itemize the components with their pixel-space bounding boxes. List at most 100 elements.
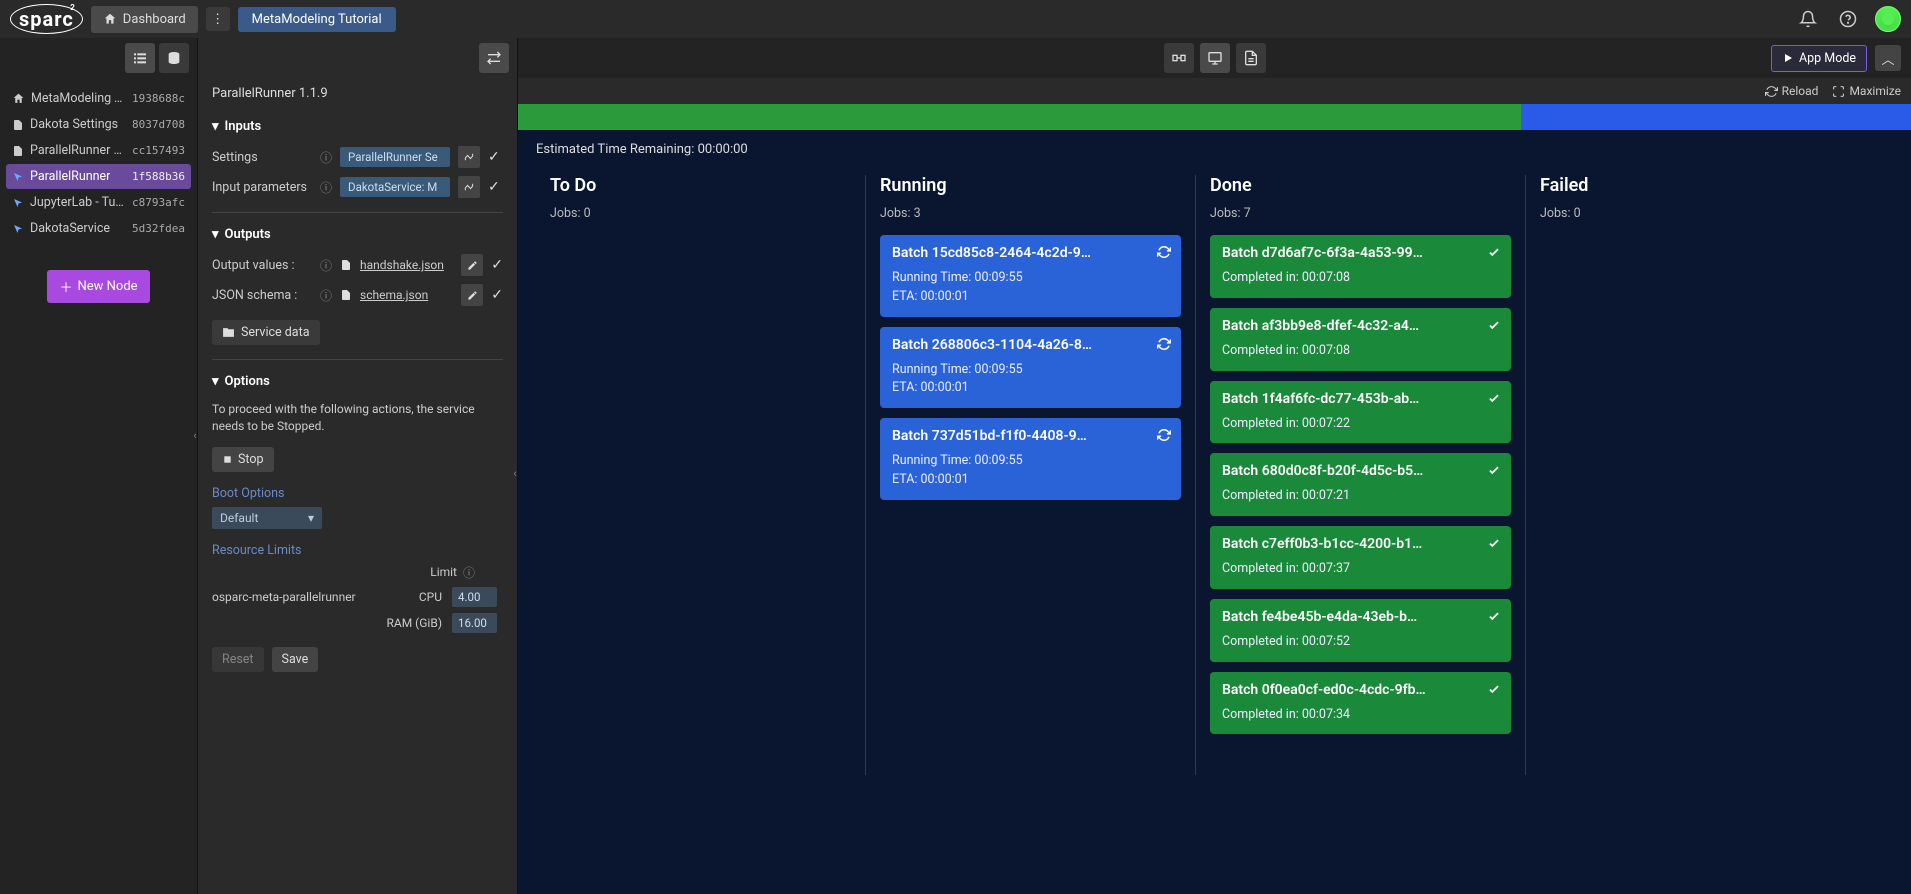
node-id: cc157493 [132, 144, 185, 157]
job-card[interactable]: Batch af3bb9e8-dfef-4c32-a4…Completed in… [1210, 308, 1511, 371]
info-icon[interactable]: ⓘ [320, 257, 332, 274]
interactive-view-icon[interactable] [1200, 43, 1230, 73]
info-icon[interactable]: ⓘ [463, 564, 475, 581]
refresh-icon [1157, 428, 1171, 442]
dashboard-button[interactable]: Dashboard [91, 6, 198, 33]
refresh-icon [1157, 245, 1171, 259]
job-card[interactable]: Batch 268806c3-1104-4a26-8…Running Time:… [880, 327, 1181, 409]
home-icon [103, 12, 117, 26]
card-title: Batch d7d6af7c-6f3a-4a53-99… [1222, 245, 1499, 261]
info-icon[interactable]: ⓘ [320, 179, 332, 196]
unlink-button[interactable] [458, 146, 480, 168]
node-row[interactable]: Dakota Settings8037d708 [6, 112, 191, 137]
check-icon[interactable]: ✓ [488, 149, 500, 165]
card-title: Batch fe4be45b-e4da-43eb-b… [1222, 609, 1499, 625]
column-title: Failed [1540, 175, 1842, 196]
node-id: 8037d708 [132, 118, 185, 131]
card-title: Batch c7eff0b3-b1cc-4200-b1… [1222, 536, 1499, 552]
file-link[interactable]: schema.json [360, 288, 428, 302]
input-chip[interactable]: DakotaService: M [340, 177, 450, 197]
reset-button[interactable]: Reset [212, 647, 264, 672]
file-icon [340, 289, 352, 301]
cursor-icon [12, 197, 24, 209]
node-row[interactable]: DakotaService5d32fdea [6, 216, 191, 241]
job-card[interactable]: Batch 1f4af6fc-dc77-453b-ab…Completed in… [1210, 381, 1511, 444]
collapse-mid-icon[interactable]: ‹ [509, 458, 518, 488]
card-line: Running Time: 00:09:55 [892, 361, 1169, 380]
job-card[interactable]: Batch fe4be45b-e4da-43eb-b… Completed in:… [1210, 599, 1511, 662]
kanban-column: To DoJobs: 0 [536, 175, 866, 775]
boot-options-select[interactable]: Default ▾ [212, 507, 322, 529]
node-tree-panel: MetaModeling T…1938688cDakota Settings80… [0, 38, 198, 894]
node-row[interactable]: ParallelRunner S…cc157493 [6, 138, 191, 163]
project-title[interactable]: MetaModeling Tutorial [238, 7, 396, 32]
cursor-icon [12, 223, 24, 235]
stop-button[interactable]: Stop [212, 447, 274, 472]
project-menu-button[interactable]: ⋮ [206, 7, 230, 31]
column-title: Done [1210, 175, 1511, 196]
ram-label: RAM (GiB) [382, 616, 442, 630]
node-details-panel: ParallelRunner 1.1.9 ▾ Inputs SettingsⓘP… [198, 38, 518, 894]
check-icon[interactable]: ✓ [488, 179, 500, 195]
input-chip[interactable]: ParallelRunner Se [340, 147, 450, 167]
job-card[interactable]: Batch c7eff0b3-b1cc-4200-b1…Completed in… [1210, 526, 1511, 589]
card-line: Completed in: 00:07:52 [1222, 633, 1499, 652]
kanban-column: FailedJobs: 0 [1526, 175, 1856, 775]
job-card[interactable]: Batch d7d6af7c-6f3a-4a53-99…Completed in… [1210, 235, 1511, 298]
node-row[interactable]: ParallelRunner1f588b36 [6, 164, 191, 189]
job-card[interactable]: Batch 680d0c8f-b20f-4d5c-b5… Completed in… [1210, 453, 1511, 516]
logs-view-icon[interactable] [1236, 43, 1266, 73]
edit-button[interactable] [461, 284, 483, 306]
job-card[interactable]: Batch 737d51bd-f1f0-4408-9…Running Time:… [880, 418, 1181, 500]
file-icon [340, 259, 352, 271]
edit-button[interactable] [461, 254, 483, 276]
options-section-header[interactable]: ▾ Options [212, 374, 503, 389]
folder-icon [222, 326, 235, 339]
logo: s2parc [10, 4, 83, 34]
swap-icon[interactable] [479, 43, 509, 73]
list-view-icon[interactable] [125, 43, 155, 73]
column-count: Jobs: 3 [880, 206, 1181, 221]
ram-input[interactable] [452, 613, 497, 633]
user-avatar[interactable] [1875, 6, 1901, 32]
check-icon[interactable]: ✓ [491, 257, 503, 273]
job-card[interactable]: Batch 0f0ea0cf-ed0c-4cdc-9fb…Completed i… [1210, 672, 1511, 735]
reload-button[interactable]: Reload [1765, 84, 1819, 98]
inputs-section-header[interactable]: ▾ Inputs [212, 119, 503, 134]
outputs-section-header[interactable]: ▾ Outputs [212, 227, 503, 242]
node-row[interactable]: JupyterLab - Tut…c8793afc [6, 190, 191, 215]
pipeline-view-icon[interactable] [1164, 43, 1194, 73]
unlink-button[interactable] [458, 176, 480, 198]
dashboard-label: Dashboard [123, 12, 186, 27]
card-line: ETA: 00:00:01 [892, 379, 1169, 398]
input-label: Settings [212, 150, 312, 165]
info-icon[interactable]: ⓘ [320, 149, 332, 166]
cpu-input[interactable] [452, 587, 497, 607]
job-card[interactable]: Batch 15cd85c8-2464-4c2d-9…Running Time:… [880, 235, 1181, 317]
expand-toolbar-button[interactable]: ︿ [1875, 45, 1901, 71]
card-title: Batch 680d0c8f-b20f-4d5c-b5… [1222, 463, 1499, 479]
node-row[interactable]: MetaModeling T…1938688c [6, 86, 191, 111]
storage-view-icon[interactable] [159, 43, 189, 73]
eta-text: Estimated Time Remaining: 00:00:00 [536, 142, 1893, 157]
main-view: App Mode ︿ Reload Maximize Estimated Tim… [518, 38, 1911, 894]
card-line: Completed in: 00:07:21 [1222, 487, 1499, 506]
card-title: Batch 1f4af6fc-dc77-453b-ab… [1222, 391, 1499, 407]
check-icon [1487, 682, 1501, 696]
help-icon[interactable] [1835, 6, 1861, 32]
new-node-button[interactable]: ＋ New Node [47, 270, 149, 303]
home-icon [12, 92, 25, 105]
service-data-button[interactable]: Service data [212, 320, 320, 345]
card-line: ETA: 00:00:01 [892, 288, 1169, 307]
node-id: c8793afc [132, 196, 185, 209]
bell-icon[interactable] [1795, 6, 1821, 32]
card-title: Batch 15cd85c8-2464-4c2d-9… [892, 245, 1169, 261]
info-icon[interactable]: ⓘ [320, 287, 332, 304]
check-icon[interactable]: ✓ [491, 287, 503, 303]
chevron-down-icon: ▾ [212, 119, 219, 134]
save-button[interactable]: Save [272, 647, 319, 672]
node-id: 1938688c [132, 92, 185, 105]
file-link[interactable]: handshake.json [360, 258, 444, 272]
app-mode-button[interactable]: App Mode [1771, 45, 1867, 72]
maximize-button[interactable]: Maximize [1832, 84, 1901, 98]
